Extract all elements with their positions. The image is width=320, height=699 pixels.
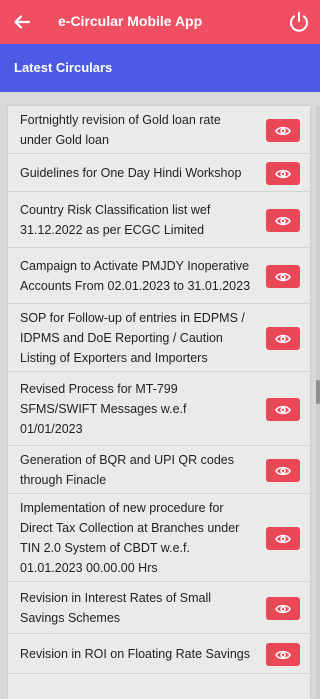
circular-list-item[interactable]: SOP for Follow-up of entries in EDPMS / … [8,304,310,372]
view-circular-button[interactable] [266,527,300,550]
view-circular-button[interactable] [266,398,300,421]
eye-icon [275,604,291,613]
eye-icon [275,126,291,135]
eye-icon [275,405,291,414]
view-circular-button[interactable] [266,459,300,482]
circular-list: Fortnightly revision of Gold loan rate u… [8,106,310,699]
circular-list-item[interactable]: Country Risk Classification list wef 31.… [8,192,310,248]
view-circular-button[interactable] [266,119,300,142]
circular-list-item[interactable]: Implementation of new procedure for Dire… [8,494,310,582]
circular-title: Implementation of new procedure for Dire… [20,501,240,575]
circular-title: Country Risk Classification list wef 31.… [20,203,211,237]
circular-list-item[interactable]: Fortnightly revision of Gold loan rate u… [8,106,310,154]
circular-title: Revised Process for MT-799 SFMS/SWIFT Me… [20,382,187,436]
circular-list-item[interactable]: Revision in ROI on Floating Rate Savings [8,634,310,674]
circular-title: Fortnightly revision of Gold loan rate u… [20,113,221,147]
circular-title: Generation of BQR and UPI QR codes throu… [20,453,234,487]
eye-icon [275,216,291,225]
view-circular-button[interactable] [266,265,300,288]
section-title: Latest Circulars [14,60,113,75]
circular-title: Revision in ROI on Floating Rate Savings [20,647,250,661]
circular-title: SOP for Follow-up of entries in EDPMS / … [20,311,245,365]
circular-title: Campaign to Activate PMJDY Inoperative A… [20,259,251,293]
view-circular-button[interactable] [266,643,300,666]
back-button[interactable] [8,8,36,36]
section-header: Latest Circulars [0,44,320,92]
scrollbar-thumb[interactable] [316,380,320,404]
eye-icon [275,534,291,543]
view-circular-button[interactable] [266,597,300,620]
view-circular-button[interactable] [266,209,300,232]
view-circular-button[interactable] [266,162,300,185]
view-circular-button[interactable] [266,327,300,350]
eye-icon [275,650,291,659]
circular-list-item[interactable]: Generation of BQR and UPI QR codes throu… [8,446,310,494]
circular-title: Revision in Interest Rates of Small Savi… [20,591,212,625]
circular-list-item[interactable]: Guidelines for One Day Hindi Workshop [8,154,310,192]
circular-title: Guidelines for One Day Hindi Workshop [20,166,242,180]
logout-button[interactable] [285,8,313,36]
circular-list-item[interactable]: Campaign to Activate PMJDY Inoperative A… [8,248,310,304]
top-app-bar: e-Circular Mobile App [0,0,320,44]
app-screen: e-Circular Mobile App Latest Circulars F… [0,0,320,699]
arrow-left-icon [14,15,31,29]
eye-icon [275,466,291,475]
eye-icon [275,169,291,178]
power-icon [290,11,308,32]
circular-list-item[interactable]: Revised Process for MT-799 SFMS/SWIFT Me… [8,372,310,446]
eye-icon [275,272,291,281]
app-title: e-Circular Mobile App [58,13,203,29]
eye-icon [275,334,291,343]
circular-list-item[interactable]: Revision in Interest Rates of Small Savi… [8,582,310,634]
